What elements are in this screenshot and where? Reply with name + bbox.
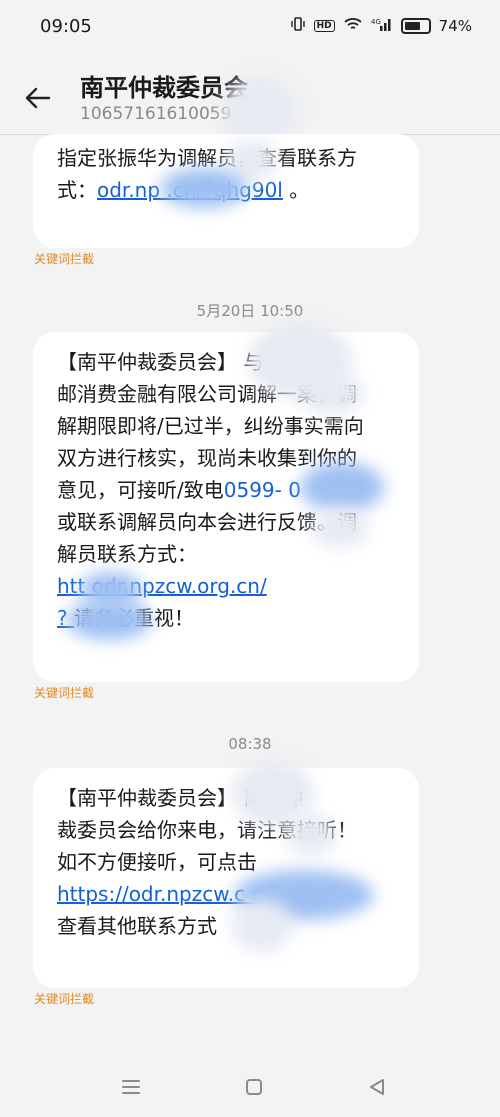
message-timestamp: 5月20日 10:50 [196, 302, 304, 320]
message-line: 裁委员会给你来电，请注意接听！ [57, 818, 357, 842]
contact-title: 南平仲裁委员会 [80, 74, 248, 102]
home-icon[interactable] [239, 1072, 269, 1102]
back-arrow-icon[interactable] [22, 82, 54, 114]
hd-badge: HD [313, 20, 335, 32]
menu-icon[interactable] [116, 1072, 146, 1102]
keyword-block-tag[interactable]: 关键词拦截 [34, 990, 94, 1007]
privacy-blur [300, 372, 364, 414]
phone-link[interactable]: 0599- 0 [224, 478, 301, 502]
privacy-blur [160, 168, 248, 208]
signal-icon: 4G [371, 16, 393, 36]
message-bubble[interactable]: 【南平仲裁委员会】 南平仲 裁委员会给你来电，请注意接听！ 如不方便接听，可点击… [33, 768, 419, 988]
status-icons: HD 4G 74% [290, 16, 472, 36]
privacy-blur [312, 508, 368, 548]
contact-number: 10657161610059 [80, 104, 232, 124]
message-text: 意见，可接听/致电 [57, 478, 224, 502]
svg-text:4G: 4G [371, 18, 381, 26]
back-triangle-icon[interactable] [362, 1072, 392, 1102]
battery-percent: 74% [438, 17, 472, 35]
privacy-blur [232, 900, 292, 952]
message-line: 如不方便接听，可点击 [57, 850, 257, 874]
status-time: 09:05 [40, 16, 92, 37]
keyword-block-tag[interactable]: 关键词拦截 [34, 250, 94, 267]
message-timestamp: 08:38 [228, 735, 272, 753]
system-navigation-bar [0, 1060, 500, 1117]
message-line: 解期限即将/已过半，纠纷事实需向 [57, 414, 364, 438]
status-bar: 09:05 HD 4G 74% [0, 0, 500, 58]
message-line: 【南平仲裁委员会】 南平仲 [57, 786, 304, 810]
wifi-icon [343, 16, 363, 36]
privacy-blur [286, 815, 336, 855]
battery-icon [400, 18, 431, 34]
privacy-blur [300, 462, 384, 512]
keyword-block-tag[interactable]: 关键词拦截 [34, 684, 94, 701]
privacy-blur [66, 600, 152, 640]
conversation-header: 南平仲裁委员会 10657161610059 [0, 58, 500, 146]
vibrate-icon [290, 16, 306, 36]
